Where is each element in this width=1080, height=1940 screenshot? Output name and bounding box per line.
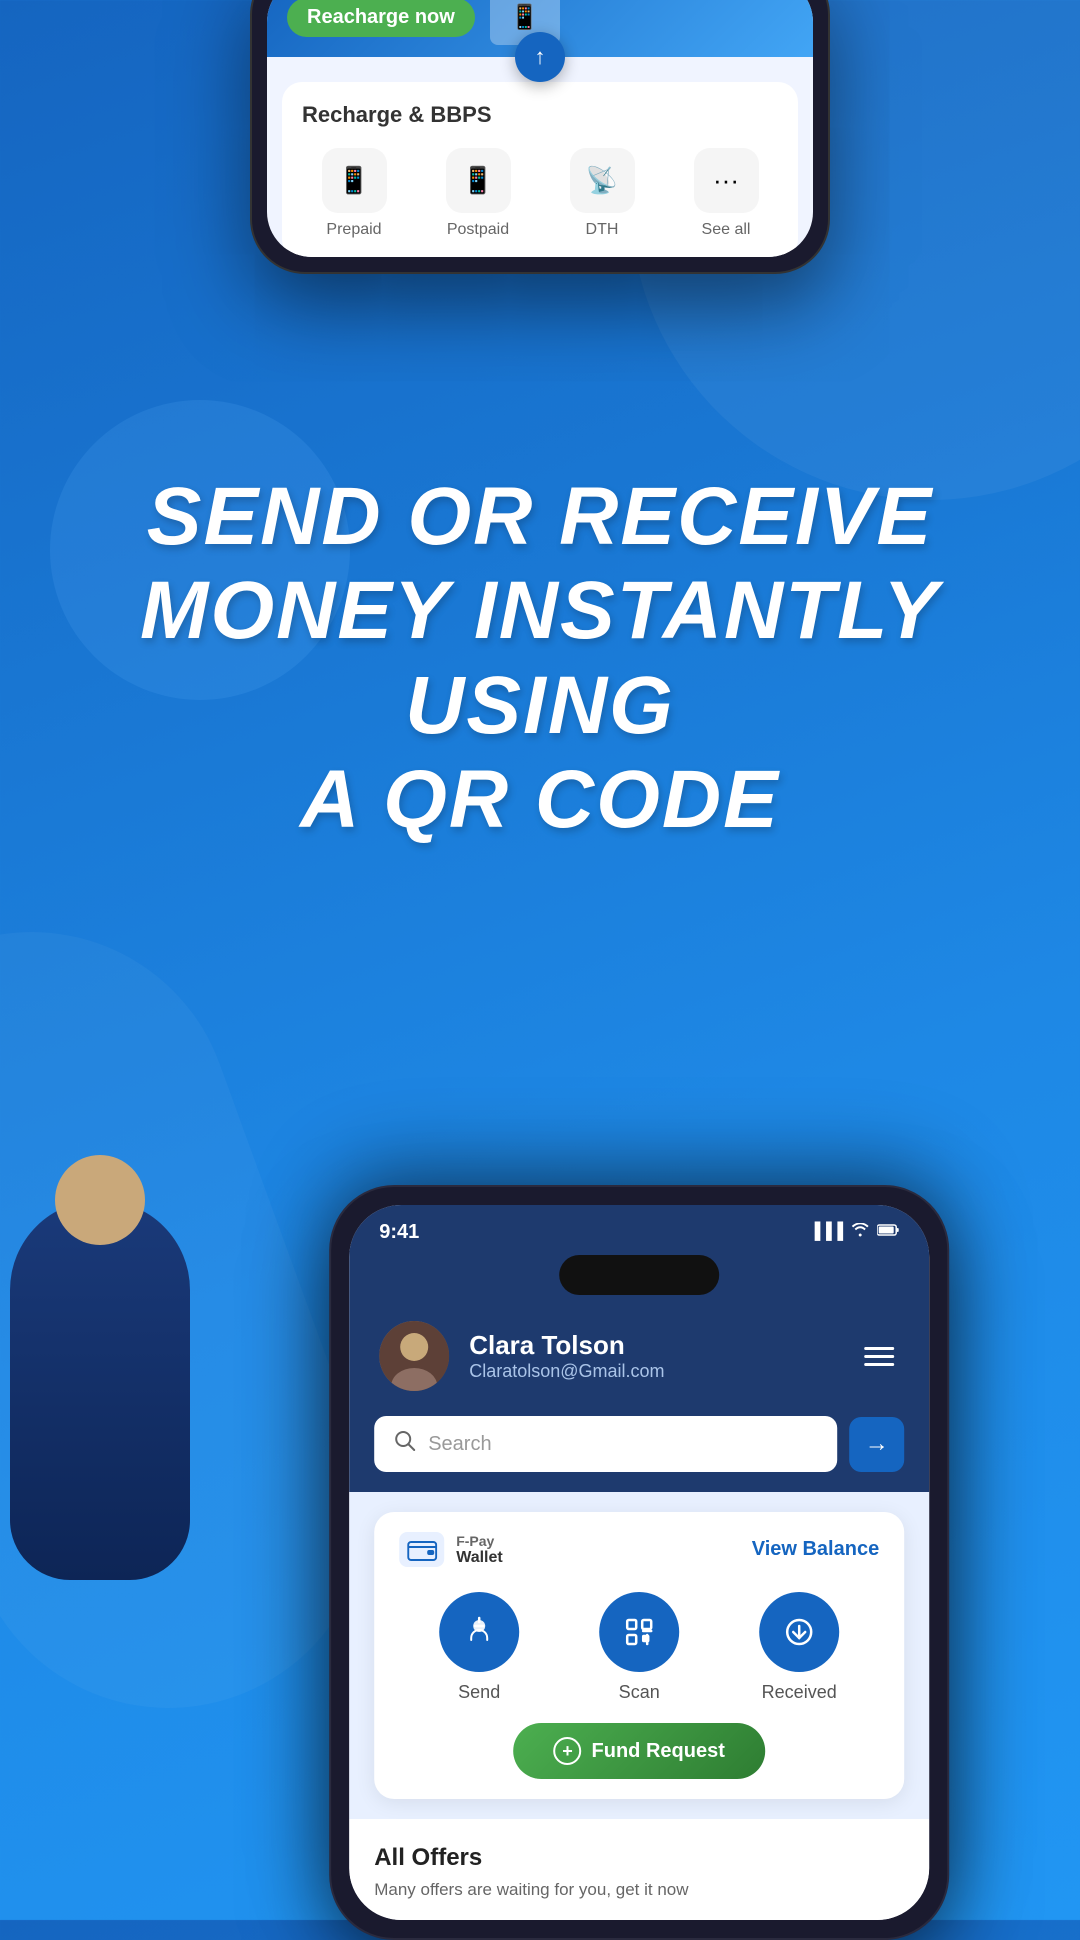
top-phone: Reacharge now 📱 ↑ Recharge & BBPS 📱 Prep…: [250, 0, 830, 274]
see-all-label: See all: [702, 221, 751, 239]
wallet-icon: [399, 1532, 444, 1567]
search-section: Search →: [349, 1416, 929, 1492]
wallet-info: F-Pay Wallet: [399, 1532, 503, 1567]
see-all-icon: ···: [694, 148, 759, 213]
prepaid-label: Prepaid: [326, 221, 381, 239]
headline-text: SEND OR RECEIVE MONEY INSTANTLY USING A …: [60, 470, 1020, 847]
island-pill: [559, 1255, 719, 1295]
dth-icon: 📡: [570, 148, 635, 213]
send-label: Send: [458, 1682, 500, 1703]
all-offers-section: All Offers Many offers are waiting for y…: [349, 1819, 929, 1920]
fund-request-section: + Fund Request: [399, 1723, 879, 1779]
recharge-icon-prepaid[interactable]: 📱 Prepaid: [322, 148, 387, 239]
wallet-label: Wallet: [456, 1549, 503, 1567]
top-phone-frame: Reacharge now 📱 ↑ Recharge & BBPS 📱 Prep…: [250, 0, 830, 274]
bottom-phone: 9:41 ▐▐▐: [329, 1185, 949, 1940]
recharge-icons-row: 📱 Prepaid 📱 Postpaid 📡 DTH ··· See all: [302, 148, 778, 239]
scan-button-item[interactable]: Scan: [599, 1592, 679, 1703]
bottom-phone-frame: 9:41 ▐▐▐: [329, 1185, 949, 1940]
bottom-phone-screen: 9:41 ▐▐▐: [349, 1205, 929, 1920]
all-offers-subtitle: Many offers are waiting for you, get it …: [374, 1880, 904, 1900]
top-phone-screen: Reacharge now 📱 ↑ Recharge & BBPS 📱 Prep…: [267, 0, 813, 257]
menu-button[interactable]: [859, 1342, 899, 1371]
dth-label: DTH: [586, 221, 619, 239]
received-circle: [759, 1592, 839, 1672]
arrow-up-button[interactable]: ↑: [515, 32, 565, 82]
wallet-section: F-Pay Wallet View Balance: [349, 1492, 929, 1819]
search-arrow-button[interactable]: →: [849, 1417, 904, 1472]
fpay-label: F-Pay: [456, 1533, 503, 1549]
received-button-item[interactable]: Received: [759, 1592, 839, 1703]
scan-label: Scan: [619, 1682, 660, 1703]
recharge-card-title: Recharge & BBPS: [302, 102, 778, 128]
headline-section: SEND OR RECEIVE MONEY INSTANTLY USING A …: [0, 430, 1080, 887]
person-body: [10, 1200, 190, 1580]
recharge-icon-postpaid[interactable]: 📱 Postpaid: [446, 148, 511, 239]
status-time: 9:41: [379, 1221, 419, 1244]
wallet-label-group: F-Pay Wallet: [456, 1533, 503, 1567]
postpaid-icon: 📱: [446, 148, 511, 213]
recharge-icon-see-all[interactable]: ··· See all: [694, 148, 759, 239]
fund-request-label: Fund Request: [592, 1740, 725, 1763]
battery-icon: [877, 1223, 899, 1241]
headline-line3: A QR CODE: [300, 754, 780, 845]
wallet-card: F-Pay Wallet View Balance: [374, 1512, 904, 1799]
person-head: [55, 1155, 145, 1245]
plus-icon: +: [562, 1741, 573, 1762]
status-bar: 9:41 ▐▐▐: [349, 1205, 929, 1255]
headline-line1: SEND OR RECEIVE: [147, 471, 933, 562]
user-name: Clara Tolson: [469, 1330, 839, 1361]
headline-line2: MONEY INSTANTLY USING: [140, 565, 940, 750]
send-button-item[interactable]: Send: [439, 1592, 519, 1703]
status-icons: ▐▐▐: [809, 1223, 899, 1242]
fund-request-button[interactable]: + Fund Request: [514, 1723, 765, 1779]
user-info: Clara Tolson Claratolson@Gmail.com: [469, 1330, 839, 1382]
prepaid-icon: 📱: [322, 148, 387, 213]
search-bar[interactable]: Search: [374, 1416, 837, 1472]
search-placeholder: Search: [428, 1433, 491, 1456]
recharge-icon-dth[interactable]: 📡 DTH: [570, 148, 635, 239]
recharge-now-button[interactable]: Reacharge now: [287, 0, 475, 37]
user-avatar: [379, 1321, 449, 1391]
hamburger-line-3: [864, 1363, 894, 1366]
app-header: Clara Tolson Claratolson@Gmail.com: [349, 1301, 929, 1416]
plus-circle-icon: +: [554, 1737, 582, 1765]
arrow-right-icon: →: [865, 1430, 889, 1458]
send-circle: [439, 1592, 519, 1672]
user-email: Claratolson@Gmail.com: [469, 1361, 839, 1382]
hamburger-line-2: [864, 1355, 894, 1358]
action-buttons: Send: [399, 1592, 879, 1703]
view-balance-button[interactable]: View Balance: [752, 1538, 879, 1561]
recharge-card: Recharge & BBPS 📱 Prepaid 📱 Postpaid 📡 D…: [282, 82, 798, 257]
search-icon: [394, 1430, 416, 1458]
wallet-header: F-Pay Wallet View Balance: [399, 1532, 879, 1567]
scan-circle: [599, 1592, 679, 1672]
person-figure: [0, 1120, 230, 1620]
wifi-icon: [851, 1223, 869, 1242]
dynamic-island: [349, 1255, 929, 1301]
hamburger-line-1: [864, 1347, 894, 1350]
postpaid-label: Postpaid: [447, 221, 509, 239]
all-offers-title: All Offers: [374, 1844, 904, 1872]
avatar-image: [379, 1321, 449, 1391]
received-label: Received: [762, 1682, 837, 1703]
signal-icon: ▐▐▐: [809, 1223, 843, 1241]
